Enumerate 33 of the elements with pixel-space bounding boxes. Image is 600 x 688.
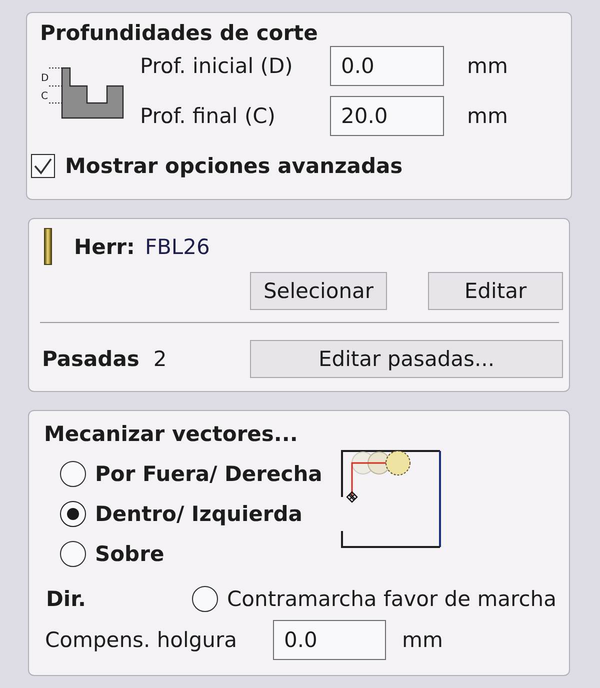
field-label: Prof. inicial (D): [140, 54, 294, 78]
direction-label: Dir.: [46, 587, 87, 611]
edit-passes-button[interactable]: Editar pasadas...: [250, 340, 563, 378]
passes-count: 2: [153, 347, 167, 371]
depth-marker-label: C: [41, 91, 48, 102]
tool-button[interactable]: Editar: [428, 272, 563, 310]
unit-label: mm: [402, 628, 443, 652]
passes-label: Pasadas: [42, 347, 140, 371]
depth-input[interactable]: 20.0: [330, 96, 444, 136]
radio-label[interactable]: Dentro/ Izquierda: [95, 502, 302, 526]
radio-label[interactable]: Por Fuera/ Derecha: [95, 462, 322, 486]
tool-button[interactable]: Selecionar: [250, 272, 387, 310]
radio-label[interactable]: Sobre: [95, 542, 164, 566]
radio-button[interactable]: [60, 541, 86, 567]
panel-title: Profundidades de corte: [39, 21, 319, 45]
radio-button[interactable]: [60, 461, 86, 487]
radio-label[interactable]: Contramarcha favor de marcha: [227, 587, 556, 611]
tool-name: FBL26: [144, 234, 210, 258]
checkbox[interactable]: [31, 154, 55, 178]
allowance-input[interactable]: 0.0: [273, 620, 386, 660]
depth-input[interactable]: 0.0: [330, 46, 444, 86]
unit-label: mm: [467, 104, 508, 128]
unit-label: mm: [467, 54, 508, 78]
tool-label: Herr:: [74, 234, 135, 258]
field-label: Prof. final (C): [140, 104, 276, 128]
radio-button[interactable]: [192, 586, 218, 612]
field-label: Compens. holgura: [45, 628, 238, 652]
radio-button[interactable]: [60, 501, 86, 527]
cut-profile-icon: [48, 67, 124, 119]
tool-bit-icon: [44, 228, 52, 265]
checkbox-label[interactable]: Mostrar opciones avanzadas: [65, 154, 403, 178]
depth-marker-label: D: [41, 73, 49, 84]
panel-title: Mecanizar vectores...: [44, 422, 299, 446]
